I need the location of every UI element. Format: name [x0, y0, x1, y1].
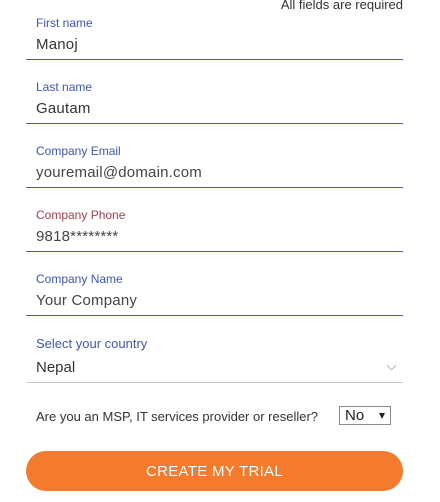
msp-selected-value: No	[345, 407, 365, 424]
country-selected-value: Nepal	[36, 359, 76, 376]
company-phone-field: Company Phone	[26, 208, 403, 252]
last-name-label: Last name	[36, 80, 93, 94]
last-name-field: Last name	[26, 80, 403, 124]
trial-signup-form: All fields are required First name Last …	[0, 0, 440, 502]
first-name-label: First name	[36, 16, 93, 30]
company-email-input[interactable]	[36, 161, 386, 183]
dropdown-arrow-icon	[379, 413, 385, 419]
msp-question-row: Are you an MSP, IT services provider or …	[36, 405, 396, 427]
company-phone-label: Company Phone	[36, 208, 126, 222]
msp-select[interactable]: No	[339, 406, 391, 425]
company-email-label: Company Email	[36, 144, 121, 158]
company-phone-input[interactable]	[36, 225, 386, 247]
last-name-input[interactable]	[36, 97, 386, 119]
create-trial-button[interactable]: CREATE MY TRIAL	[26, 451, 403, 491]
company-name-input[interactable]	[36, 289, 386, 311]
company-name-field: Company Name	[26, 272, 403, 316]
country-select[interactable]: Select your country Nepal	[26, 336, 403, 383]
msp-question: Are you an MSP, IT services provider or …	[36, 409, 319, 424]
company-email-field: Company Email	[26, 144, 403, 188]
first-name-field: First name	[26, 16, 403, 60]
chevron-down-icon	[386, 360, 397, 371]
country-label: Select your country	[36, 336, 148, 351]
first-name-input[interactable]	[36, 33, 386, 55]
company-name-label: Company Name	[36, 272, 123, 286]
required-note: All fields are required	[280, 0, 403, 12]
